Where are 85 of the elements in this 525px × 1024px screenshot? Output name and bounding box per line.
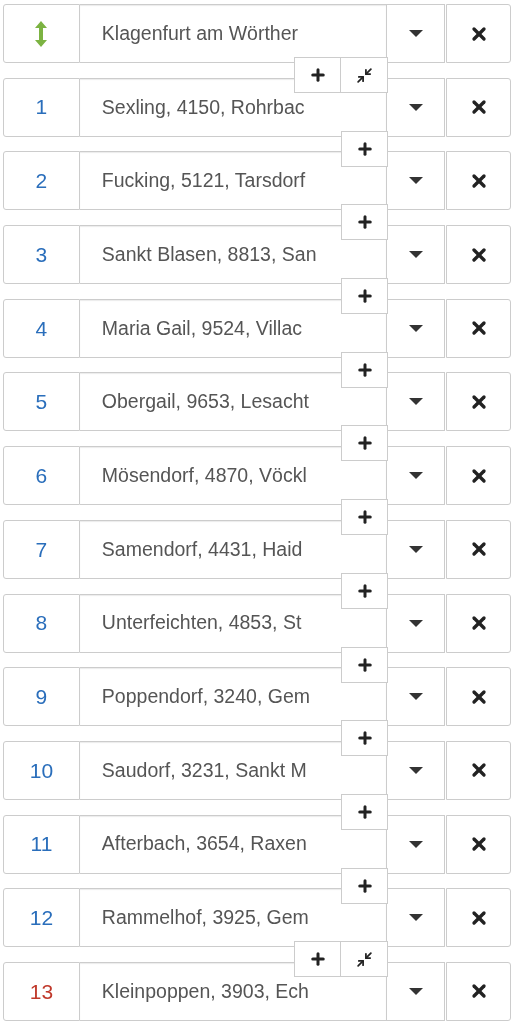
place-field[interactable]: Samendorf, 4431, Haid <box>79 519 388 579</box>
plus-icon <box>355 581 374 600</box>
remove-button[interactable] <box>446 372 511 432</box>
insert-button[interactable] <box>341 130 388 167</box>
stop-number: 3 <box>35 241 48 268</box>
caret-icon <box>408 103 423 111</box>
stop-number: 13 <box>29 978 54 1005</box>
caret-icon <box>408 619 423 627</box>
caret-icon <box>408 472 423 480</box>
remove-button[interactable] <box>446 151 511 211</box>
place-field[interactable]: Klagenfurt am Wörther <box>79 4 388 63</box>
place-field[interactable]: Mösendorf, 4870, Vöckl <box>79 446 388 506</box>
insert-button[interactable] <box>341 278 388 315</box>
plus-icon <box>355 213 374 232</box>
insert-button[interactable] <box>341 720 388 757</box>
plus-icon <box>308 66 327 84</box>
insert-button[interactable] <box>341 793 388 830</box>
caret-icon <box>408 545 423 553</box>
remove-button[interactable] <box>446 225 511 285</box>
stop-number: 2 <box>35 168 48 195</box>
remove-button[interactable] <box>446 519 511 579</box>
insert-button[interactable] <box>341 867 388 904</box>
place-field[interactable]: Poppendorf, 3240, Gem <box>79 667 388 727</box>
caret-icon <box>408 914 423 922</box>
stop-number: 4 <box>35 315 48 342</box>
insert-button[interactable] <box>294 57 341 93</box>
remove-button[interactable] <box>446 593 511 653</box>
insert-button[interactable] <box>341 425 388 462</box>
caret-icon <box>408 987 423 995</box>
insert-button[interactable] <box>341 351 388 388</box>
plus-icon <box>355 139 374 158</box>
place-field[interactable]: Sankt Blasen, 8813, San <box>79 225 388 285</box>
caret-icon <box>408 840 423 848</box>
insert-button[interactable] <box>341 572 388 609</box>
plus-icon <box>355 287 374 306</box>
plus-icon <box>355 434 374 453</box>
caret-icon <box>408 324 423 332</box>
place-field[interactable]: Obergail, 9653, Lesacht <box>79 372 388 432</box>
remove-button[interactable] <box>446 740 511 800</box>
stop-number: 12 <box>29 905 54 931</box>
stop-number: 1 <box>35 94 48 121</box>
plus-icon <box>355 876 374 895</box>
collapse-button[interactable] <box>341 57 388 93</box>
insert-button[interactable] <box>294 941 341 978</box>
caret-icon <box>408 30 423 37</box>
remove-button[interactable] <box>446 4 511 63</box>
remove-button[interactable] <box>446 298 511 358</box>
place-field[interactable]: Saudorf, 3231, Sankt M <box>79 740 388 800</box>
plus-icon <box>355 802 374 821</box>
stop-number: 5 <box>35 389 48 416</box>
insert-button[interactable] <box>341 499 388 536</box>
caret-icon <box>408 177 423 185</box>
remove-button[interactable] <box>446 667 511 727</box>
stop-number: 8 <box>35 610 48 637</box>
place-field[interactable]: Fucking, 5121, Tarsdorf <box>79 151 388 211</box>
caret-icon <box>408 693 423 701</box>
place-field[interactable]: Kleinpoppen, 3903, Ech <box>79 961 388 1021</box>
stop-number: 6 <box>35 462 48 489</box>
place-field[interactable]: Unterfeichten, 4853, St <box>79 593 388 653</box>
insert-button[interactable] <box>341 646 388 683</box>
plus-icon <box>355 655 374 674</box>
collapse-button[interactable] <box>341 941 388 978</box>
stop-number: 10 <box>29 757 54 784</box>
remove-button[interactable] <box>446 814 511 874</box>
remove-button[interactable] <box>446 888 511 948</box>
place-field[interactable]: Sexling, 4150, Rohrbac <box>79 77 388 137</box>
stop-number: 9 <box>35 683 48 710</box>
insert-button[interactable] <box>341 204 388 241</box>
collapse-icon <box>355 66 373 84</box>
plus-icon <box>308 950 327 969</box>
caret-icon <box>408 251 423 259</box>
place-field[interactable]: Afterbach, 3654, Raxen <box>79 814 388 874</box>
remove-button[interactable] <box>446 446 511 506</box>
caret-icon <box>408 398 423 406</box>
plus-icon <box>355 508 374 527</box>
stop-number: 7 <box>35 536 48 563</box>
remove-button[interactable] <box>446 961 511 1021</box>
stop-number: 11 <box>30 831 53 858</box>
plus-icon <box>355 360 374 379</box>
place-field[interactable]: Maria Gail, 9524, Villac <box>79 298 388 358</box>
place-field[interactable]: Rammelhof, 3925, Gem <box>79 888 388 948</box>
remove-button[interactable] <box>446 77 511 137</box>
collapse-icon <box>355 950 373 968</box>
caret-icon <box>408 766 423 774</box>
plus-icon <box>355 729 374 748</box>
